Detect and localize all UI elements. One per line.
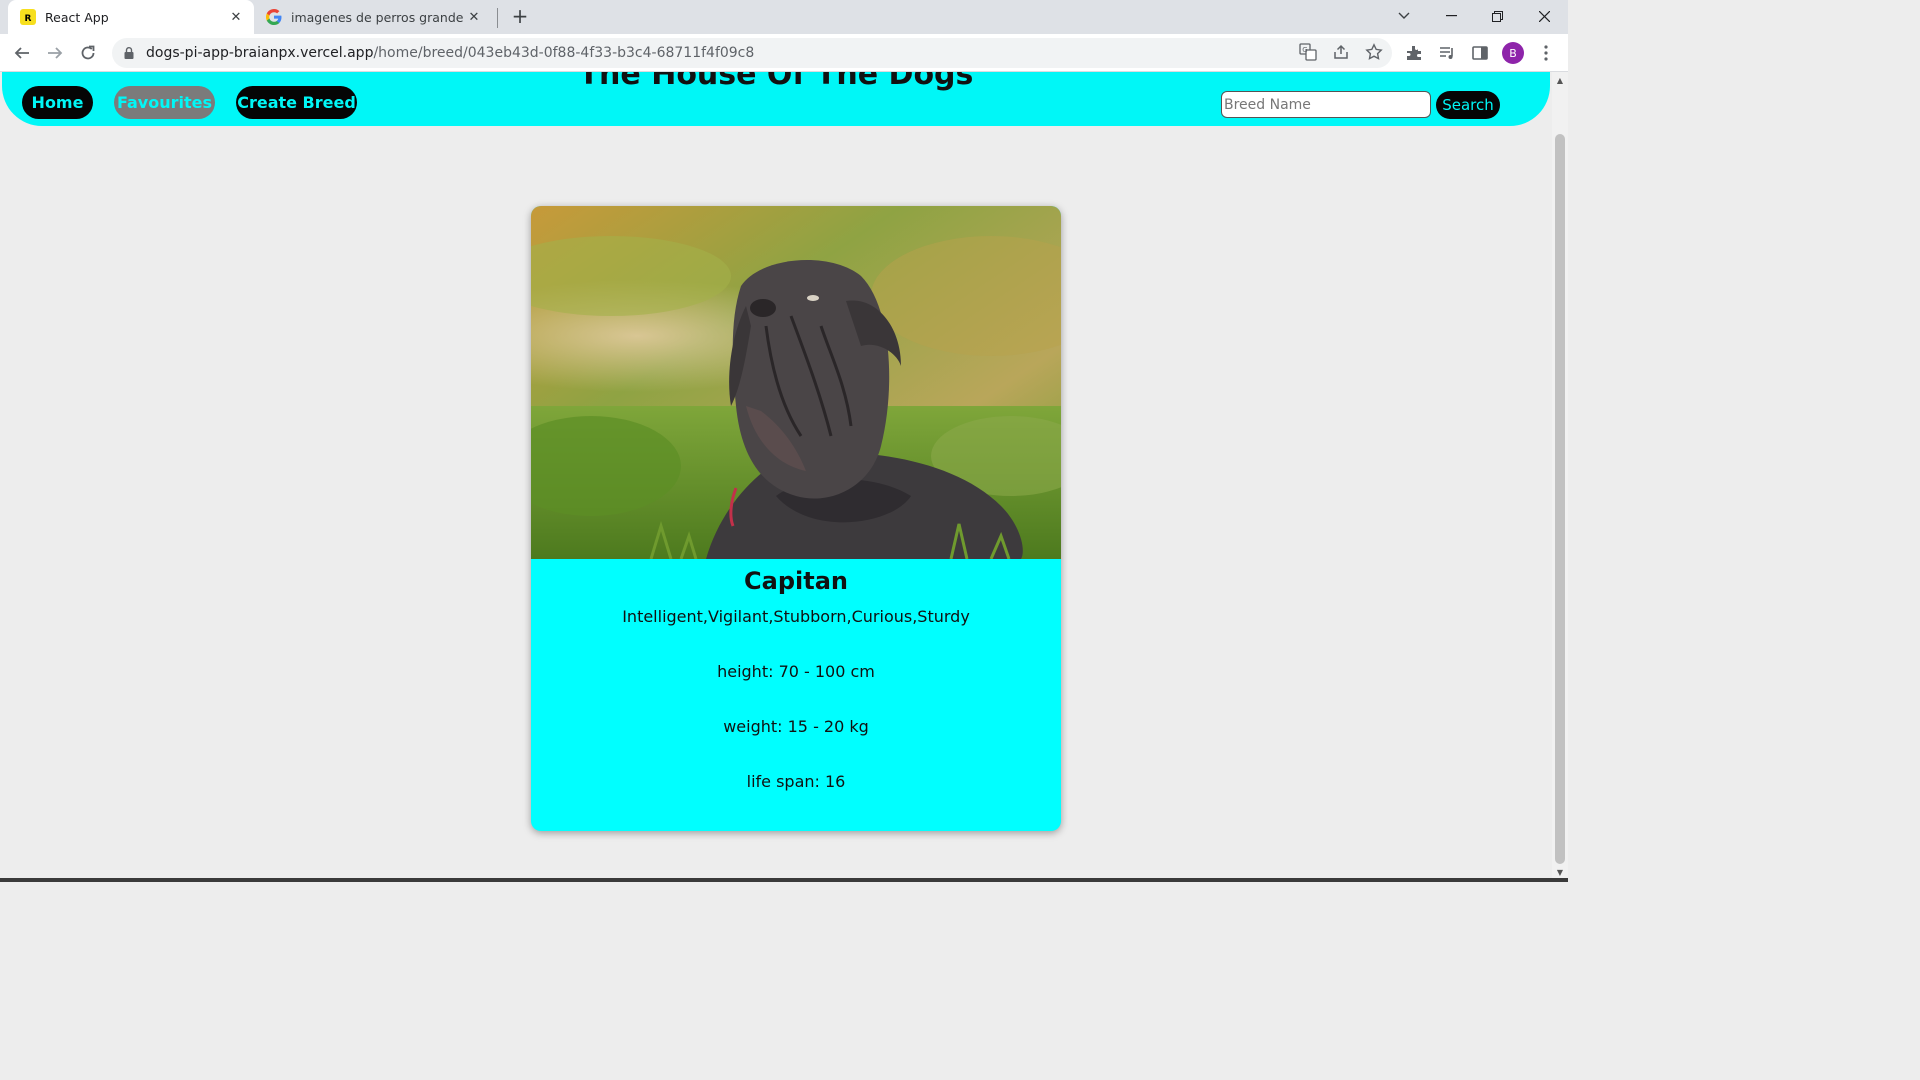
close-tab-icon[interactable]: ✕ bbox=[226, 7, 246, 27]
browser-toolbar: dogs-pi-app-braianpx.vercel.app/home/bre… bbox=[0, 34, 1568, 72]
media-playlist-icon[interactable] bbox=[1436, 42, 1458, 64]
home-button[interactable]: Home bbox=[22, 86, 93, 119]
tab-google-search[interactable]: imagenes de perros grandes - Bu ✕ bbox=[256, 0, 492, 34]
search-button[interactable]: Search bbox=[1436, 91, 1500, 119]
address-bar[interactable]: dogs-pi-app-braianpx.vercel.app/home/bre… bbox=[112, 38, 1392, 68]
reload-icon[interactable] bbox=[76, 41, 100, 65]
browser-tab-bar: R React App ✕ imagenes de perros grandes… bbox=[0, 0, 1568, 34]
breed-life-span: life span: 16 bbox=[746, 772, 846, 791]
share-icon[interactable] bbox=[1330, 41, 1352, 63]
new-tab-plus-icon[interactable]: + bbox=[509, 4, 531, 28]
favourites-button[interactable]: Favourites bbox=[114, 86, 215, 119]
taskbar-edge bbox=[0, 878, 1568, 882]
tab-separator bbox=[497, 8, 498, 28]
lock-icon bbox=[122, 46, 136, 60]
breed-search-input[interactable] bbox=[1221, 91, 1431, 118]
google-favicon-icon bbox=[266, 9, 282, 25]
tab-search-chevron-icon[interactable] bbox=[1381, 0, 1427, 32]
url-text: dogs-pi-app-braianpx.vercel.app/home/bre… bbox=[146, 45, 754, 61]
react-app-favicon-icon: R bbox=[20, 9, 36, 25]
svg-text:R: R bbox=[25, 14, 32, 24]
close-tab-icon[interactable]: ✕ bbox=[464, 7, 484, 27]
translate-icon[interactable]: G bbox=[1297, 41, 1319, 63]
breed-detail-card: Capitan Intelligent,Vigilant,Stubborn,Cu… bbox=[531, 206, 1061, 831]
scroll-thumb[interactable] bbox=[1555, 134, 1565, 864]
forward-arrow-icon[interactable] bbox=[43, 41, 67, 65]
url-path: /home/breed/043eb43d-0f88-4f33-b3c4-6871… bbox=[373, 45, 755, 61]
tab-title: imagenes de perros grandes - Bu bbox=[291, 9, 464, 25]
breed-weight: weight: 15 - 20 kg bbox=[723, 717, 869, 736]
profile-avatar[interactable]: B bbox=[1502, 42, 1524, 64]
back-arrow-icon[interactable] bbox=[10, 41, 34, 65]
create-breed-button[interactable]: Create Breed bbox=[236, 86, 357, 119]
scroll-down-arrow-icon[interactable]: ▼ bbox=[1555, 868, 1565, 878]
breed-height: height: 70 - 100 cm bbox=[717, 662, 875, 681]
svg-text:G: G bbox=[1302, 46, 1307, 54]
tab-react-app[interactable]: R React App ✕ bbox=[8, 0, 254, 34]
side-panel-icon[interactable] bbox=[1469, 42, 1491, 64]
minimize-icon[interactable] bbox=[1428, 0, 1474, 32]
restore-icon[interactable] bbox=[1474, 0, 1520, 32]
close-window-icon[interactable] bbox=[1521, 0, 1567, 32]
page-viewport: The House Of The Dogs Home Favourites Cr… bbox=[0, 72, 1552, 882]
dog-image bbox=[531, 206, 1061, 559]
breed-info: Capitan Intelligent,Vigilant,Stubborn,Cu… bbox=[531, 559, 1061, 831]
scroll-up-arrow-icon[interactable]: ▲ bbox=[1555, 76, 1565, 86]
page-scrollbar[interactable]: ▲ ▼ bbox=[1552, 72, 1568, 882]
breed-temperament: Intelligent,Vigilant,Stubborn,Curious,St… bbox=[622, 607, 970, 626]
breed-photo bbox=[531, 206, 1061, 559]
site-header: The House Of The Dogs Home Favourites Cr… bbox=[2, 72, 1550, 126]
tab-title: React App bbox=[45, 9, 109, 25]
url-domain: dogs-pi-app-braianpx.vercel.app bbox=[146, 45, 374, 61]
browser-menu-icon[interactable] bbox=[1535, 42, 1557, 64]
bookmark-star-icon[interactable] bbox=[1363, 41, 1385, 63]
site-title: The House Of The Dogs bbox=[578, 72, 974, 92]
breed-name: Capitan bbox=[744, 567, 848, 595]
extensions-puzzle-icon[interactable] bbox=[1403, 42, 1425, 64]
